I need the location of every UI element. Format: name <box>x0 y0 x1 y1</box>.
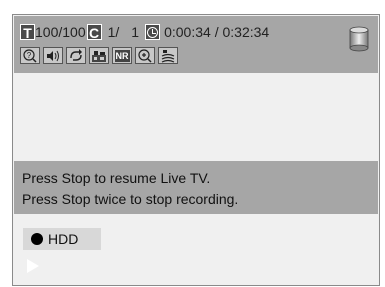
tool-row: ? NR <box>20 47 178 65</box>
time-elapsed: 0:00:34 <box>164 24 211 40</box>
svg-text:?: ? <box>27 51 32 60</box>
time-total: 0:32:34 <box>222 24 270 40</box>
osd-screen: T 100/100 C 1/ 1 0:00:34 / 0:32:34 ? NR … <box>12 14 380 286</box>
message-line-1: Press Stop to resume Live TV. <box>22 170 211 186</box>
surround-icon[interactable] <box>158 47 178 64</box>
picture-quality-icon[interactable] <box>89 47 109 64</box>
info-bar: T 100/100 C 1/ 1 0:00:34 / 0:32:34 ? NR <box>14 16 378 73</box>
help-icon[interactable]: ? <box>20 47 40 64</box>
noise-reduction-label: NR <box>114 49 130 62</box>
chapter-value: 1/ <box>107 24 120 40</box>
clock-icon <box>145 24 161 40</box>
message-line-2: Press Stop twice to stop recording. <box>22 191 239 207</box>
status-row: T 100/100 C 1/ 1 0:00:34 / 0:32:34 <box>20 23 269 41</box>
hdd-disk-icon <box>349 26 369 52</box>
zoom-icon[interactable] <box>135 47 155 64</box>
record-dot-icon <box>31 233 43 245</box>
audio-icon[interactable] <box>43 47 63 64</box>
device-label: HDD <box>48 231 79 247</box>
message-panel: Press Stop to resume Live TV. Press Stop… <box>14 161 378 214</box>
chapter-total: 1 <box>131 24 140 40</box>
time-separator: / <box>210 24 223 40</box>
chapter-badge: C <box>86 24 102 41</box>
play-icon <box>27 259 39 273</box>
repeat-icon[interactable] <box>66 47 86 64</box>
noise-reduction-icon[interactable]: NR <box>112 47 132 64</box>
device-indicator: HDD <box>23 228 101 250</box>
title-value: 100/100 <box>35 24 86 40</box>
title-badge: T <box>20 24 35 41</box>
